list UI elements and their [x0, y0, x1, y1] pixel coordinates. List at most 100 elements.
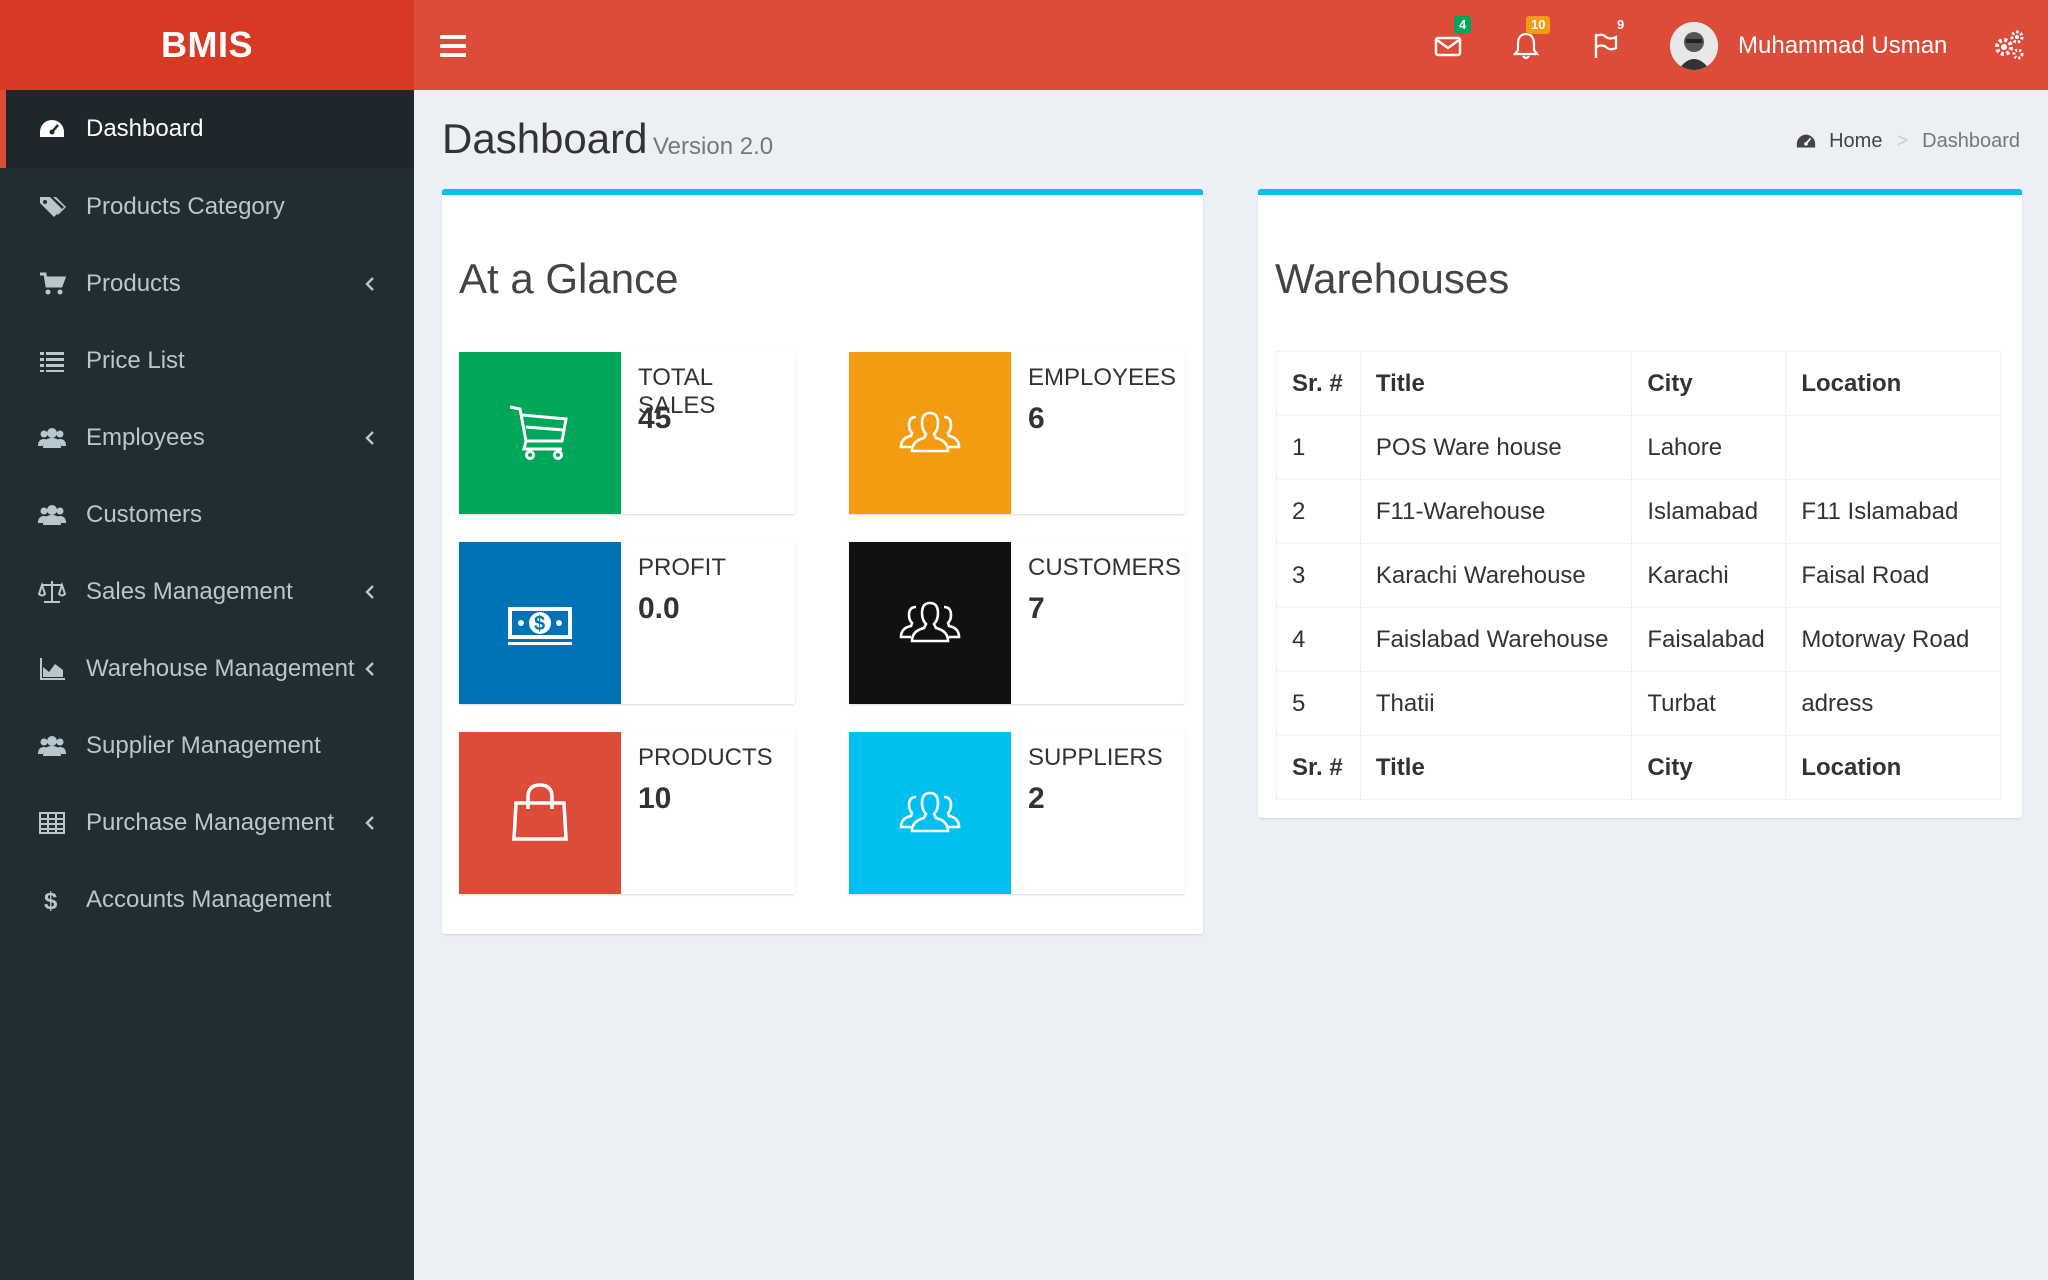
page-subtitle: Version 2.0: [653, 133, 774, 160]
info-box-label: CUSTOMERS: [1028, 554, 1181, 581]
people-icon: [849, 352, 1011, 514]
chevron-left-icon: [365, 276, 374, 291]
table-cell: Islamabad: [1631, 479, 1787, 544]
table-cell: 3: [1276, 543, 1361, 608]
sidebar-item-label: Dashboard: [86, 115, 204, 142]
gears-icon: [1995, 30, 2024, 60]
info-box-label: PRODUCTS: [638, 744, 773, 771]
sidebar-item-label: Customers: [86, 500, 203, 528]
users-icon: [38, 732, 66, 760]
page-title: Dashboard: [442, 115, 648, 162]
people-icon: [849, 542, 1011, 704]
table-icon: [38, 809, 66, 837]
table-cell: adress: [1785, 671, 2001, 736]
sidebar-toggle-button[interactable]: [440, 30, 466, 60]
sidebar-item-label: Employees: [86, 423, 205, 451]
info-box-customers: CUSTOMERS 7: [849, 542, 1185, 704]
tasks-button[interactable]: 9: [1590, 18, 1624, 62]
chevron-left-icon: [365, 661, 374, 676]
sidebar-item-label: Products: [86, 269, 181, 297]
svg-text:$: $: [534, 613, 545, 635]
table-row: 2 F11-Warehouse Islamabad F11 Islamabad: [1276, 479, 2001, 544]
table-cell: Faisalabad: [1631, 607, 1787, 672]
user-name: Muhammad Usman: [1738, 32, 1948, 59]
warehouses-table: Sr. # Title City Location 1 POS Ware house La…: [1276, 351, 2001, 800]
messages-badge: 4: [1454, 16, 1472, 34]
table-cell: POS Ware house: [1359, 415, 1633, 480]
sidebar-item-supplier-management[interactable]: Supplier Management: [0, 707, 414, 784]
bell-icon: [1512, 32, 1540, 60]
table-cell: Faisal Road: [1785, 543, 2001, 608]
sidebar-item-price-list[interactable]: Price List: [0, 322, 414, 399]
sidebar: Dashboard Products Category Products Price …: [0, 90, 414, 1280]
table-row: 5 Thatii Turbat adress: [1276, 671, 2001, 736]
table-row: 3 Karachi Warehouse Karachi Faisal Road: [1276, 543, 2001, 608]
breadcrumb-home-link[interactable]: Home: [1829, 130, 1882, 153]
info-box-label: PROFIT: [638, 554, 726, 581]
box-title: At a Glance: [459, 255, 679, 302]
notifications-button[interactable]: 10: [1510, 16, 1551, 62]
settings-button[interactable]: [1992, 28, 2026, 62]
table-cell: F11 Islamabad: [1785, 479, 2001, 544]
tags-icon: [38, 193, 66, 221]
box-title: Warehouses: [1275, 255, 1510, 302]
sidebar-item-label: Accounts Management: [86, 885, 332, 913]
table-header-cell: Location: [1785, 351, 2001, 416]
table-header-cell: Sr. #: [1276, 351, 1361, 416]
sidebar-item-label: Purchase Management: [86, 808, 335, 836]
list-icon: [38, 347, 66, 375]
info-box-value: 6: [1028, 402, 1045, 435]
breadcrumb-current: Dashboard: [1922, 130, 2020, 152]
tasks-badge: 9: [1617, 17, 1625, 32]
sidebar-item-employees[interactable]: Employees: [0, 399, 414, 476]
info-box-total-sales: TOTAL SALES 45: [459, 352, 795, 514]
sidebar-item-label: Warehouse Management: [86, 654, 355, 682]
user-avatar: [1670, 22, 1718, 70]
area-chart-icon: [38, 655, 66, 683]
flag-icon: [1594, 33, 1618, 58]
sidebar-item-label: Sales Management: [86, 577, 293, 605]
table-cell: 5: [1276, 671, 1361, 736]
info-box-value: 45: [638, 402, 672, 435]
info-box-suppliers: SUPPLIERS 2: [849, 732, 1185, 894]
sidebar-item-label: Products Category: [86, 192, 285, 220]
sidebar-item-purchase-management[interactable]: Purchase Management: [0, 784, 414, 861]
table-row: 1 POS Ware house Lahore: [1276, 415, 2001, 480]
messages-button[interactable]: 4: [1432, 16, 1472, 62]
info-box-value: 10: [638, 782, 672, 815]
sidebar-item-dashboard[interactable]: Dashboard: [0, 90, 414, 168]
table-cell: Lahore: [1631, 415, 1787, 480]
info-box-value: 0.0: [638, 592, 680, 625]
table-cell: Karachi: [1631, 543, 1787, 608]
breadcrumb-separator: >: [1896, 130, 1909, 152]
sidebar-item-products-category[interactable]: Products Category: [0, 168, 414, 245]
sidebar-item-warehouse-management[interactable]: Warehouse Management: [0, 630, 414, 707]
sidebar-item-label: Price List: [86, 346, 185, 374]
user-menu[interactable]: Muhammad Usman: [1670, 22, 1947, 70]
envelope-icon: [1434, 36, 1462, 57]
sidebar-item-products[interactable]: Products: [0, 245, 414, 322]
chevron-left-icon: [365, 584, 374, 599]
table-footer-cell: Title: [1359, 735, 1633, 800]
money-icon: $: [459, 542, 621, 704]
table-row: 4 Faislabad Warehouse Faisalabad Motorway R…: [1276, 607, 2001, 672]
app-logo[interactable]: BMIS: [0, 0, 414, 90]
dashboard-icon: [38, 115, 66, 143]
breadcrumb: Home > Dashboard: [1795, 130, 2020, 153]
at-a-glance-box: At a Glance TOTAL SALES 45 EMPLOYEES 6 $ PROF…: [442, 189, 1203, 934]
balance-scale-icon: [38, 578, 66, 606]
sidebar-item-sales-management[interactable]: Sales Management: [0, 553, 414, 630]
shopping-bag-icon: [459, 732, 621, 894]
warehouses-box: Warehouses Sr. # Title City Location 1 POS W…: [1258, 189, 2022, 818]
chevron-left-icon: [365, 430, 374, 445]
info-box-label: EMPLOYEES: [1028, 364, 1177, 391]
table-cell: Thatii: [1359, 671, 1633, 736]
table-footer-cell: City: [1631, 735, 1787, 800]
sidebar-item-accounts-management[interactable]: $ Accounts Management: [0, 861, 414, 938]
info-box-employees: EMPLOYEES 6: [849, 352, 1185, 514]
info-box-products: PRODUCTS 10: [459, 732, 795, 894]
table-cell: Faislabad Warehouse: [1359, 607, 1633, 672]
info-box-value: 7: [1028, 592, 1045, 625]
sidebar-item-customers[interactable]: Customers: [0, 476, 414, 553]
table-cell: F11-Warehouse: [1359, 479, 1633, 544]
